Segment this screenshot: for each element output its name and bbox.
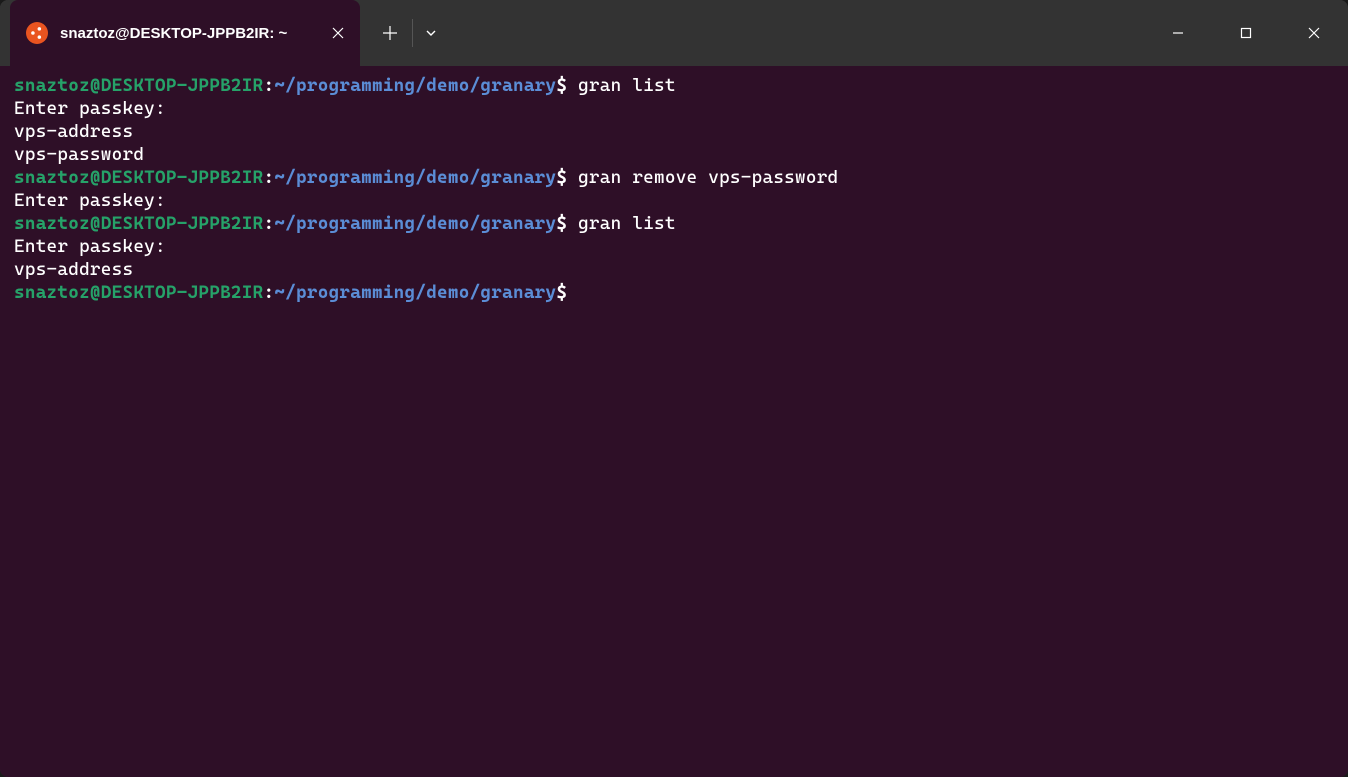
- maximize-button[interactable]: [1212, 0, 1280, 66]
- prompt-dollar: $: [556, 282, 567, 303]
- command-text: gran list: [567, 75, 675, 96]
- terminal-line: snaztoz@DESKTOP-JPPB2IR:~/programming/de…: [14, 74, 1334, 97]
- tab-dropdown-button[interactable]: [413, 0, 449, 66]
- tab-close-button[interactable]: [328, 23, 348, 43]
- terminal-line: vps-password: [14, 143, 1334, 166]
- terminal-line: Enter passkey:: [14, 235, 1334, 258]
- window-controls: [1144, 0, 1348, 66]
- prompt-user-host: snaztoz@DESKTOP-JPPB2IR: [14, 282, 263, 303]
- tab-actions: [360, 0, 449, 66]
- titlebar: snaztoz@DESKTOP-JPPB2IR: ~: [0, 0, 1348, 66]
- terminal-line: snaztoz@DESKTOP-JPPB2IR:~/programming/de…: [14, 281, 1334, 304]
- terminal-line: snaztoz@DESKTOP-JPPB2IR:~/programming/de…: [14, 212, 1334, 235]
- minimize-button[interactable]: [1144, 0, 1212, 66]
- prompt-colon: :: [263, 167, 274, 188]
- prompt-dollar: $: [556, 75, 567, 96]
- new-tab-button[interactable]: [368, 0, 412, 66]
- terminal-line: snaztoz@DESKTOP-JPPB2IR:~/programming/de…: [14, 166, 1334, 189]
- command-text: gran list: [567, 213, 675, 234]
- prompt-colon: :: [263, 75, 274, 96]
- output-text: Enter passkey:: [14, 98, 166, 119]
- terminal-line: vps-address: [14, 258, 1334, 281]
- tab-title: snaztoz@DESKTOP-JPPB2IR: ~: [60, 25, 287, 42]
- output-text: Enter passkey:: [14, 190, 166, 211]
- prompt-path: ~/programming/demo/granary: [274, 167, 556, 188]
- close-button[interactable]: [1280, 0, 1348, 66]
- terminal-line: vps-address: [14, 120, 1334, 143]
- output-text: Enter passkey:: [14, 236, 166, 257]
- prompt-user-host: snaztoz@DESKTOP-JPPB2IR: [14, 213, 263, 234]
- output-text: vps-address: [14, 121, 133, 142]
- output-text: vps-address: [14, 259, 133, 280]
- prompt-colon: :: [263, 282, 274, 303]
- command-text: gran remove vps-password: [567, 167, 838, 188]
- prompt-path: ~/programming/demo/granary: [274, 213, 556, 234]
- terminal-window: snaztoz@DESKTOP-JPPB2IR: ~: [0, 0, 1348, 777]
- output-text: vps-password: [14, 144, 144, 165]
- prompt-dollar: $: [556, 213, 567, 234]
- prompt-user-host: snaztoz@DESKTOP-JPPB2IR: [14, 75, 263, 96]
- prompt-colon: :: [263, 213, 274, 234]
- prompt-path: ~/programming/demo/granary: [274, 282, 556, 303]
- prompt-path: ~/programming/demo/granary: [274, 75, 556, 96]
- terminal-content[interactable]: snaztoz@DESKTOP-JPPB2IR:~/programming/de…: [0, 66, 1348, 777]
- tab-active[interactable]: snaztoz@DESKTOP-JPPB2IR: ~: [10, 0, 360, 66]
- prompt-dollar: $: [556, 167, 567, 188]
- ubuntu-icon: [26, 22, 48, 44]
- terminal-line: Enter passkey:: [14, 97, 1334, 120]
- prompt-user-host: snaztoz@DESKTOP-JPPB2IR: [14, 167, 263, 188]
- terminal-line: Enter passkey:: [14, 189, 1334, 212]
